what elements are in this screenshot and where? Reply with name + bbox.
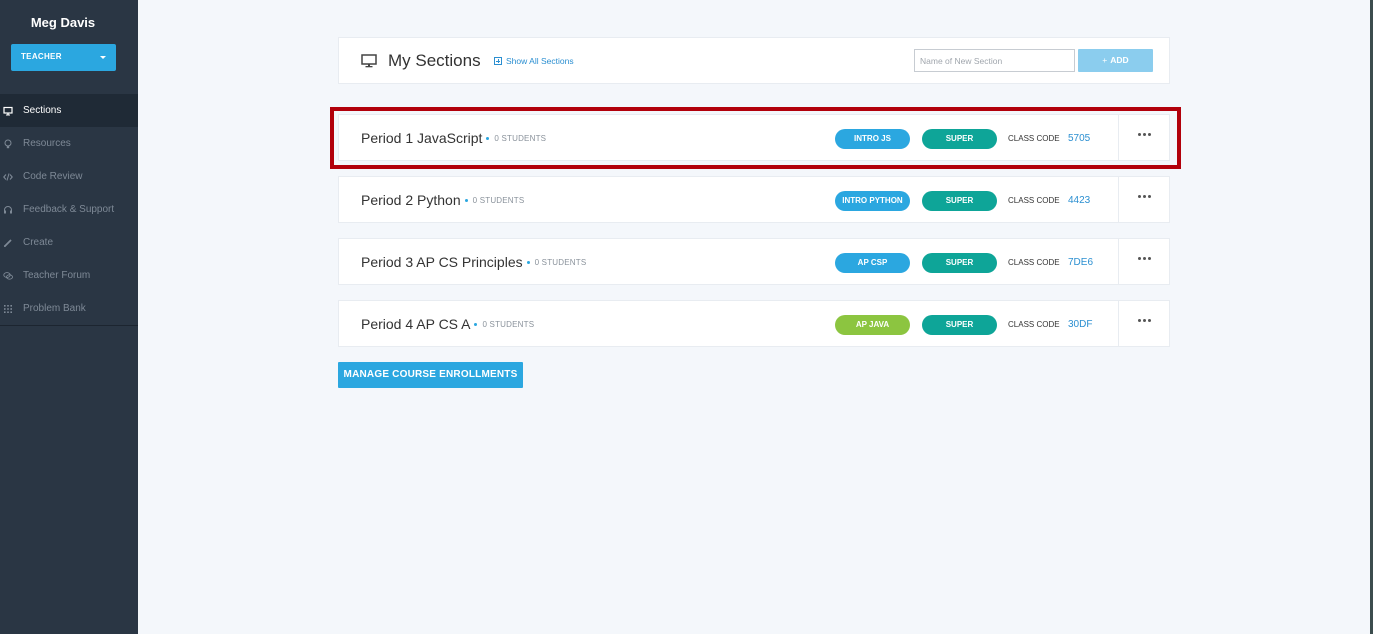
caret-down-icon: [100, 56, 106, 59]
class-code-label: CLASS CODE: [1008, 134, 1060, 143]
section-row[interactable]: Period 1 JavaScript 0 STUDENTS INTRO JS …: [338, 114, 1170, 161]
student-count: 0 STUDENTS: [494, 133, 547, 143]
code-icon: [3, 172, 23, 182]
grid-icon: [3, 304, 23, 314]
student-count: 0 STUDENTS: [472, 195, 525, 205]
monitor-icon: [361, 54, 377, 73]
class-code-value[interactable]: 30DF: [1068, 319, 1092, 330]
page-title: My Sections: [388, 51, 481, 70]
row-divider: [1118, 239, 1119, 284]
more-options-icon[interactable]: [1138, 195, 1151, 198]
user-name: Meg Davis: [30, 15, 96, 30]
class-code-label: CLASS CODE: [1008, 258, 1060, 267]
monitor-icon: [3, 106, 23, 116]
sidebar: Meg Davis TEACHER Sections Resources Cod…: [0, 0, 138, 634]
sidebar-item-label: Create: [23, 237, 54, 248]
section-name[interactable]: Period 4 AP CS A 0 STUDENTS: [361, 316, 534, 332]
section-row[interactable]: Period 3 AP CS Principles 0 STUDENTS AP …: [338, 238, 1170, 285]
add-label: ADD: [1110, 55, 1129, 65]
course-badge[interactable]: INTRO JS: [835, 129, 910, 149]
sidebar-item-resources[interactable]: Resources: [0, 127, 138, 160]
sidebar-item-create[interactable]: Create: [0, 226, 138, 259]
section-title: Period 2 Python: [361, 192, 461, 208]
course-badge[interactable]: AP JAVA: [835, 315, 910, 335]
section-title: Period 4 AP CS A: [361, 316, 471, 332]
tier-badge: SUPER: [922, 129, 997, 149]
sidebar-item-label: Feedback & Support: [23, 204, 115, 215]
dot-separator: [526, 260, 530, 264]
show-all-label: Show All Sections: [506, 56, 574, 66]
pencil-icon: [3, 238, 23, 248]
sidebar-item-teacher-forum[interactable]: Teacher Forum: [0, 259, 138, 292]
section-name[interactable]: Period 3 AP CS Principles 0 STUDENTS: [361, 254, 586, 270]
more-options-icon[interactable]: [1138, 133, 1151, 136]
student-count: 0 STUDENTS: [534, 257, 587, 267]
add-section-button[interactable]: + ADD: [1078, 49, 1153, 72]
student-count: 0 STUDENTS: [482, 319, 535, 329]
class-code-value[interactable]: 4423: [1068, 195, 1090, 206]
tier-badge: SUPER: [922, 191, 997, 211]
sidebar-item-problem-bank[interactable]: Problem Bank: [0, 292, 138, 325]
section-title: Period 3 AP CS Principles: [361, 254, 523, 270]
plus-square-icon: [494, 57, 502, 65]
sidebar-item-label: Resources: [23, 138, 71, 149]
class-code-value[interactable]: 7DE6: [1068, 257, 1093, 268]
tier-badge: SUPER: [922, 315, 997, 335]
sidebar-item-label: Teacher Forum: [23, 270, 91, 281]
dot-separator: [464, 198, 468, 202]
section-row[interactable]: Period 4 AP CS A 0 STUDENTS AP JAVA SUPE…: [338, 300, 1170, 347]
chat-icon: [3, 271, 23, 281]
headset-icon: [3, 205, 23, 215]
sidebar-item-label: Sections: [23, 105, 62, 116]
manage-course-enrollments-button[interactable]: MANAGE COURSE ENROLLMENTS: [338, 362, 523, 388]
class-code-value[interactable]: 5705: [1068, 133, 1090, 144]
dot-separator: [474, 322, 478, 326]
sections-header: My Sections Show All Sections +ADD: [338, 37, 1170, 84]
plus-icon: +: [1102, 55, 1108, 65]
show-all-sections-link[interactable]: Show All Sections: [494, 56, 574, 66]
sidebar-item-sections[interactable]: Sections: [0, 94, 138, 127]
section-row[interactable]: Period 2 Python 0 STUDENTS INTRO PYTHON …: [338, 176, 1170, 223]
sidebar-item-label: Code Review: [23, 171, 83, 182]
course-badge[interactable]: INTRO PYTHON: [835, 191, 910, 211]
course-badge[interactable]: AP CSP: [835, 253, 910, 273]
section-name[interactable]: Period 1 JavaScript 0 STUDENTS: [361, 130, 546, 146]
row-divider: [1118, 301, 1119, 346]
sidebar-nav: Sections Resources Code Review Feedback …: [0, 94, 138, 326]
role-label: TEACHER: [21, 52, 62, 61]
tier-badge: SUPER: [922, 253, 997, 273]
role-dropdown[interactable]: TEACHER: [11, 44, 116, 71]
lightbulb-icon: [3, 139, 23, 149]
dot-separator: [486, 136, 490, 140]
sidebar-item-feedback-support[interactable]: Feedback & Support: [0, 193, 138, 226]
section-name[interactable]: Period 2 Python 0 STUDENTS: [361, 192, 524, 208]
more-options-icon[interactable]: [1138, 257, 1151, 260]
row-divider: [1118, 115, 1119, 160]
sidebar-item-label: Problem Bank: [23, 303, 86, 314]
new-section-name-input[interactable]: [914, 49, 1075, 72]
class-code-label: CLASS CODE: [1008, 196, 1060, 205]
section-title: Period 1 JavaScript: [361, 130, 483, 146]
sidebar-item-code-review[interactable]: Code Review: [0, 160, 138, 193]
more-options-icon[interactable]: [1138, 319, 1151, 322]
class-code-label: CLASS CODE: [1008, 320, 1060, 329]
row-divider: [1118, 177, 1119, 222]
